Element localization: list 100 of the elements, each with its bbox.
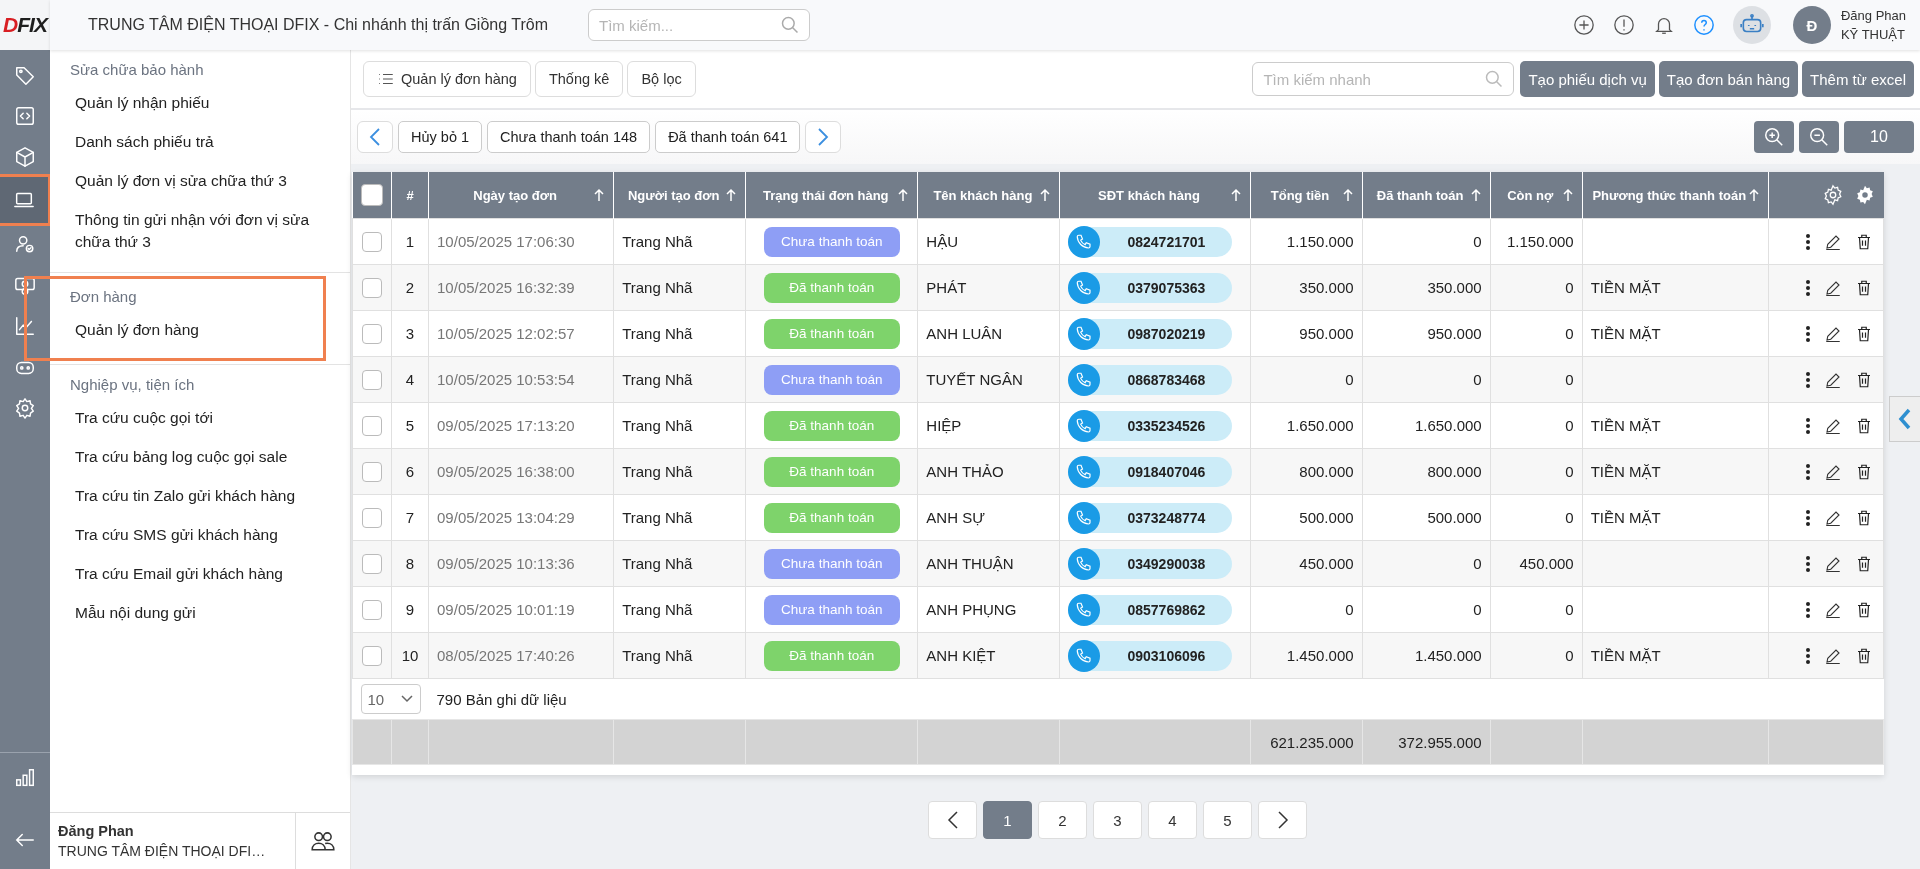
page-button[interactable]: 4 (1148, 801, 1197, 839)
page-button[interactable]: 1 (983, 801, 1032, 839)
zoom-out-button[interactable] (1799, 121, 1839, 153)
menu-item[interactable]: Thông tin gửi nhận với đơn vị sửa chữa thứ 3 (70, 201, 330, 262)
filter-chip[interactable]: Chưa thanh toán 148 (487, 121, 651, 153)
phone-chip[interactable]: 0373248774 (1068, 502, 1233, 533)
more-icon[interactable] (1805, 554, 1811, 573)
more-icon[interactable] (1805, 600, 1811, 619)
menu-item[interactable]: Tra cứu bảng log cuộc gọi sale (70, 438, 330, 477)
column-header[interactable]: # (406, 187, 414, 203)
row-checkbox[interactable] (362, 507, 382, 528)
row-checkbox[interactable] (362, 323, 382, 344)
search-field[interactable]: Tìm kiếm... (588, 9, 810, 41)
row-checkbox[interactable] (362, 553, 382, 574)
more-icon[interactable] (1805, 416, 1811, 435)
table-cell: 0 (1565, 647, 1574, 664)
phone-chip[interactable]: 0918407046 (1068, 456, 1233, 487)
action-button[interactable]: Tạo đơn bán hàng (1658, 61, 1799, 97)
sort-arrow-icon[interactable] (593, 188, 606, 202)
phone-chip[interactable]: 0903106096 (1068, 640, 1233, 671)
phone-chip[interactable]: 0824721701 (1068, 226, 1233, 257)
sort-arrow-icon[interactable] (1561, 188, 1574, 202)
menu-item[interactable]: Danh sách phiếu trả (70, 123, 330, 162)
sort-arrow-icon[interactable] (1469, 188, 1482, 202)
action-button[interactable]: Thêm từ excel (1802, 61, 1914, 97)
page-size-select[interactable]: 10 (360, 684, 421, 714)
phone-chip[interactable]: 0857769862 (1068, 594, 1233, 625)
collapse-tab[interactable] (1889, 396, 1920, 442)
chatbot-button[interactable] (1732, 6, 1771, 44)
page-button[interactable]: 2 (1038, 801, 1087, 839)
delete-icon[interactable] (1855, 508, 1873, 527)
help-icon[interactable] (1692, 14, 1715, 36)
menu-item[interactable]: Quản lý đơn vị sửa chữa thứ 3 (70, 162, 330, 201)
table-cell: Trang Nhã (622, 325, 693, 342)
phone-chip[interactable]: 0868783468 (1068, 364, 1233, 395)
row-checkbox[interactable] (362, 415, 382, 436)
alert-icon[interactable] (1612, 14, 1635, 36)
table-cell: Trang Nhã (622, 417, 693, 434)
toolbar-tab[interactable]: Bộ lọc (627, 61, 696, 97)
sort-arrow-icon[interactable] (1229, 188, 1242, 202)
row-checkbox[interactable] (362, 231, 382, 252)
zoom-in-button[interactable] (1754, 121, 1794, 153)
row-checkbox[interactable] (362, 645, 382, 666)
sort-arrow-icon[interactable] (725, 188, 738, 202)
action-button[interactable]: Tạo phiếu dịch vụ (1520, 61, 1655, 97)
more-icon[interactable] (1805, 646, 1811, 665)
more-icon[interactable] (1805, 278, 1811, 297)
toolbar-tab[interactable]: Thống kê (534, 61, 624, 97)
user-avatar[interactable]: Đ (1792, 6, 1831, 44)
previous-button[interactable] (357, 121, 393, 153)
menu-item[interactable]: Quản lý nhận phiếu (70, 84, 330, 123)
menu-item[interactable]: Tra cứu cuộc gọi tới (70, 399, 330, 438)
more-icon[interactable] (1805, 324, 1811, 343)
previous-page-button[interactable] (928, 801, 977, 839)
delete-icon[interactable] (1855, 370, 1873, 389)
delete-icon[interactable] (1855, 324, 1873, 343)
phone-chip[interactable]: 0349290038 (1068, 548, 1233, 579)
menu-item[interactable]: Tra cứu tin Zalo gửi khách hàng (70, 477, 330, 516)
table-cell: TIỀN MẶT (1590, 647, 1661, 664)
row-checkbox[interactable] (362, 369, 382, 390)
next-button[interactable] (805, 121, 842, 153)
more-icon[interactable] (1805, 232, 1811, 251)
menu-item[interactable]: Mẫu nội dung gửi (70, 594, 330, 633)
select-all-checkbox[interactable] (360, 184, 383, 206)
next-page-button[interactable] (1258, 801, 1307, 839)
table-cell: TIỀN MẶT (1590, 509, 1661, 526)
delete-icon[interactable] (1855, 646, 1873, 665)
page-button[interactable]: 3 (1093, 801, 1142, 839)
delete-icon[interactable] (1855, 462, 1873, 481)
delete-icon[interactable] (1855, 554, 1873, 573)
sort-arrow-icon[interactable] (1747, 188, 1760, 202)
bar-chart-icon[interactable] (14, 767, 36, 789)
sort-arrow-icon[interactable] (1039, 188, 1052, 202)
page-button[interactable]: 5 (1203, 801, 1252, 839)
row-checkbox[interactable] (362, 277, 382, 298)
phone-chip[interactable]: 0987020219 (1068, 318, 1233, 349)
row-checkbox[interactable] (362, 599, 382, 620)
more-icon[interactable] (1805, 508, 1811, 527)
phone-chip[interactable]: 0335234526 (1068, 410, 1233, 441)
table-cell: ANH KIỆT (926, 647, 996, 664)
menu-item[interactable]: Quản lý đơn hàng (70, 311, 330, 350)
delete-icon[interactable] (1855, 232, 1873, 251)
menu-item[interactable]: Tra cứu SMS gửi khách hàng (70, 516, 330, 555)
menu-item[interactable]: Tra cứu Email gửi khách hàng (70, 555, 330, 594)
toolbar-tab[interactable]: Quản lý đơn hàng (363, 61, 531, 97)
phone-chip[interactable]: 0379075363 (1068, 272, 1233, 303)
rail-item[interactable] (0, 177, 48, 223)
more-icon[interactable] (1805, 370, 1811, 389)
quick-search-field[interactable]: Tìm kiếm nhanh (1252, 62, 1515, 96)
delete-icon[interactable] (1855, 416, 1873, 435)
delete-icon[interactable] (1855, 278, 1873, 297)
add-icon[interactable] (1572, 14, 1595, 36)
filter-chip[interactable]: Hủy bỏ 1 (398, 121, 483, 153)
more-icon[interactable] (1805, 462, 1811, 481)
sort-arrow-icon[interactable] (1341, 188, 1354, 202)
delete-icon[interactable] (1855, 600, 1873, 619)
row-number: 10 (401, 647, 419, 664)
row-checkbox[interactable] (362, 461, 382, 482)
sort-arrow-icon[interactable] (897, 188, 910, 202)
filter-chip[interactable]: Đã thanh toán 641 (655, 121, 801, 153)
